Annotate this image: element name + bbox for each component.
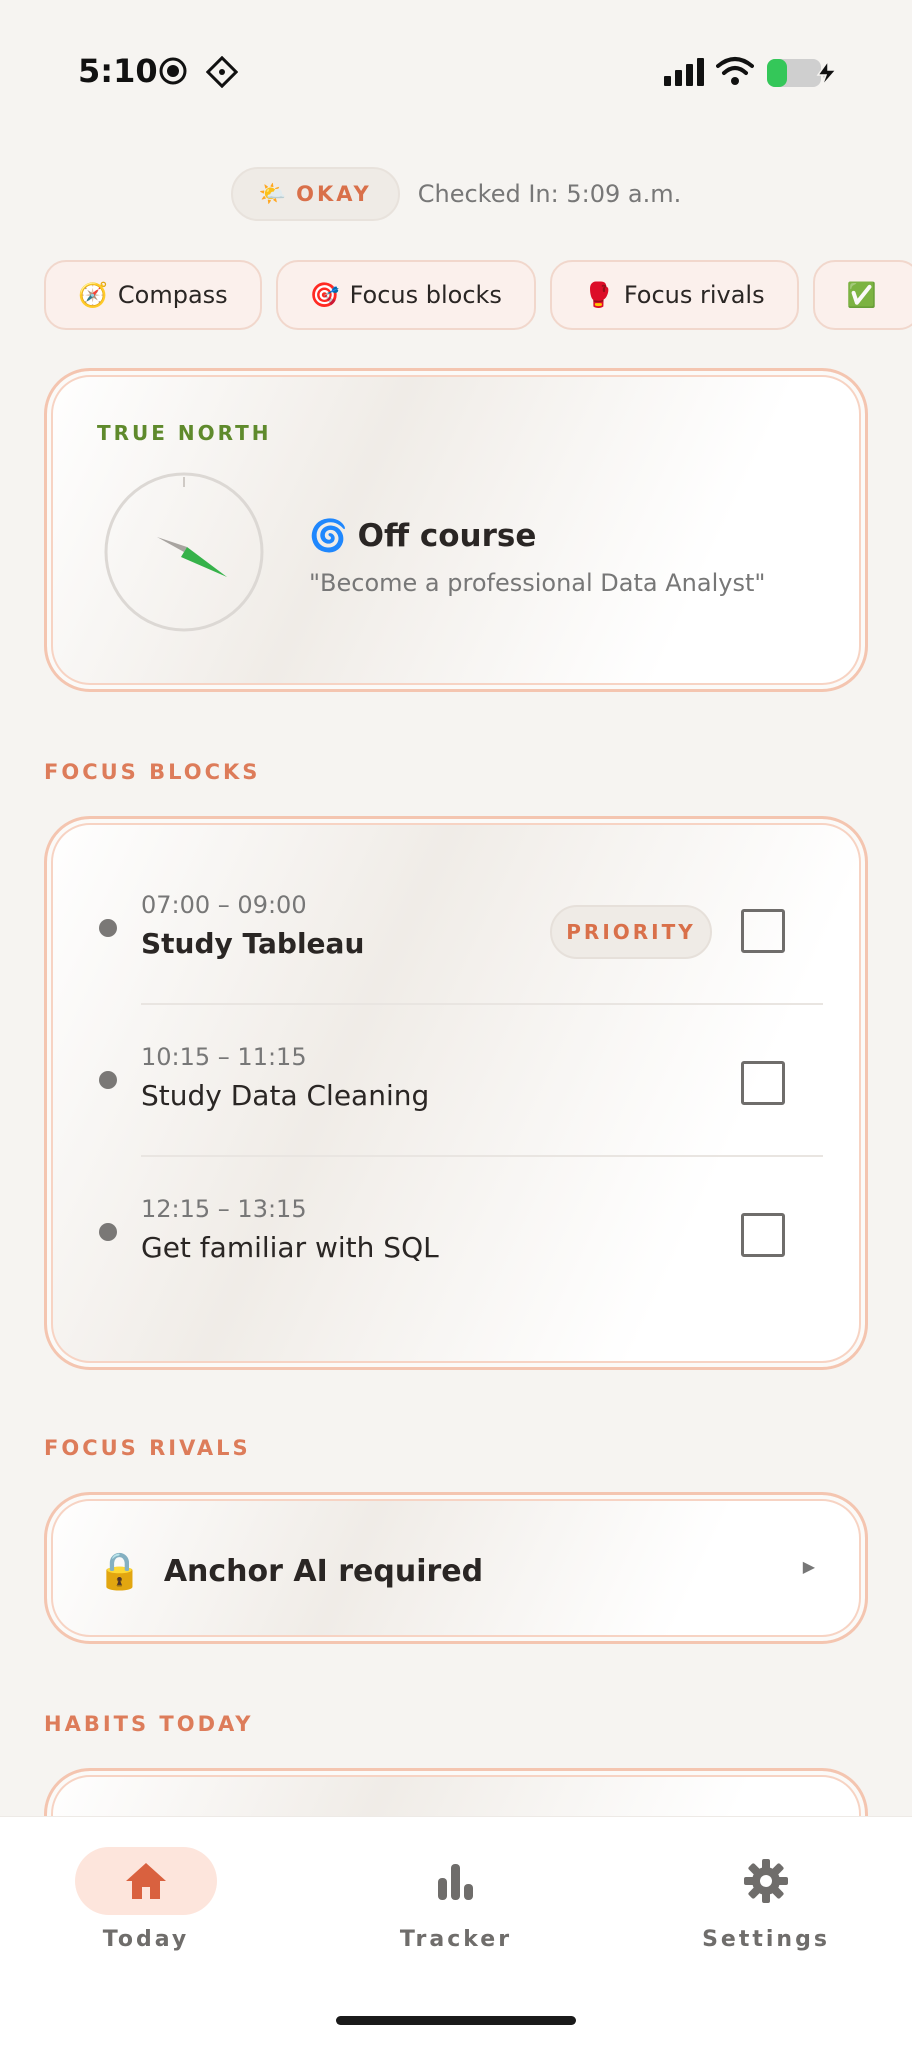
chip-label: Compass <box>117 281 228 309</box>
home-indicator[interactable] <box>336 2016 576 2025</box>
chip-focus-rivals[interactable]: 🥊 Focus rivals <box>549 260 799 330</box>
bullet-dot <box>99 919 117 937</box>
tab-tracker[interactable]: Tracker <box>366 1847 546 1977</box>
compass-emoji-icon: 🧭 <box>78 281 108 309</box>
focus-rivals-card[interactable]: 🔒 Anchor AI required ▶ <box>44 1492 868 1644</box>
mood-label: OKAY <box>296 182 372 206</box>
tab-today-highlight <box>75 1847 217 1915</box>
chip-label: Focus blocks <box>349 281 502 309</box>
anchor-ai-required-text: Anchor AI required <box>163 1553 484 1589</box>
focus-block-checkbox[interactable] <box>741 909 785 953</box>
chip-label: Focus rivals <box>623 281 765 309</box>
check-mark-emoji-icon: ✅ <box>846 281 877 309</box>
tab-today[interactable]: Today <box>56 1847 236 1977</box>
bullet-dot <box>99 1071 117 1089</box>
bullet-dot <box>99 1223 117 1241</box>
tab-settings-icon-wrap <box>695 1847 837 1915</box>
gear-icon <box>744 1859 788 1903</box>
battery-charging-icon <box>767 58 838 87</box>
focus-block-row[interactable]: 10:15 – 11:15 Study Data Cleaning <box>47 1007 871 1157</box>
focus-blocks-heading: FOCUS BLOCKS <box>44 760 261 784</box>
section-chips: 🧭 Compass 🎯 Focus blocks 🥊 Focus rivals … <box>44 260 912 334</box>
checkin-row: 🌤️ OKAY Checked In: 5:09 a.m. <box>0 166 912 222</box>
focus-block-time: 10:15 – 11:15 <box>141 1043 307 1071</box>
true-north-goal: "Become a professional Data Analyst" <box>309 569 766 597</box>
signal-icon <box>664 58 704 86</box>
tab-settings[interactable]: Settings <box>676 1847 856 1977</box>
tab-label: Tracker <box>399 1927 513 1952</box>
focus-block-title: Study Data Cleaning <box>141 1079 430 1112</box>
divider <box>141 1155 823 1157</box>
anchor-ai-row[interactable]: 🔒 Anchor AI required <box>47 1495 871 1647</box>
boxing-glove-emoji-icon: 🥊 <box>583 281 614 309</box>
wifi-icon <box>716 57 754 85</box>
focus-block-row[interactable]: 12:15 – 13:15 Get familiar with SQL <box>47 1159 871 1309</box>
chip-habits[interactable]: ✅ <box>812 260 912 330</box>
focus-block-title: Get familiar with SQL <box>141 1231 439 1264</box>
compass-dial-icon <box>104 472 264 632</box>
focus-rivals-heading: FOCUS RIVALS <box>44 1436 251 1460</box>
status-time: 5:10 <box>78 52 158 90</box>
focus-block-checkbox[interactable] <box>741 1213 785 1257</box>
focus-block-row[interactable]: 07:00 – 09:00 Study Tableau PRIORITY <box>47 855 871 1005</box>
checked-in-text: Checked In: 5:09 a.m. <box>417 180 682 208</box>
focus-block-time: 07:00 – 09:00 <box>141 891 307 919</box>
record-icon <box>159 57 187 85</box>
true-north-card[interactable]: TRUE NORTH 🌀 Off course "Become a profes… <box>44 368 868 692</box>
lock-emoji-icon: 🔒 <box>97 1551 142 1592</box>
tab-label: Settings <box>702 1927 830 1952</box>
priority-badge: PRIORITY <box>550 905 712 959</box>
bar-chart-icon <box>438 1864 473 1900</box>
mood-pill[interactable]: 🌤️ OKAY <box>230 167 400 221</box>
caret-right-icon: ▶ <box>802 1557 815 1576</box>
focus-block-checkbox[interactable] <box>741 1061 785 1105</box>
chip-compass[interactable]: 🧭 Compass <box>44 260 262 330</box>
true-north-label: TRUE NORTH <box>97 421 272 445</box>
mood-emoji: 🌤️ <box>258 181 287 207</box>
tab-label: Today <box>102 1927 190 1952</box>
connectivity-icon <box>206 56 238 88</box>
true-north-status-text: Off course <box>357 517 537 554</box>
spiral-emoji-icon: 🌀 <box>309 518 348 554</box>
home-icon <box>126 1863 166 1899</box>
tab-bar: Today Tracker Settings <box>0 1816 912 2048</box>
divider <box>141 1003 823 1005</box>
tab-tracker-icon-wrap <box>385 1847 527 1915</box>
status-bar: 5:10 <box>0 0 912 150</box>
habits-heading: HABITS TODAY <box>44 1712 254 1736</box>
chip-focus-blocks[interactable]: 🎯 Focus blocks <box>275 260 536 330</box>
target-emoji-icon: 🎯 <box>309 281 340 309</box>
focus-block-title: Study Tableau <box>141 927 365 960</box>
true-north-status: 🌀 Off course <box>309 517 537 555</box>
focus-blocks-card: 07:00 – 09:00 Study Tableau PRIORITY 10:… <box>44 816 868 1370</box>
focus-block-time: 12:15 – 13:15 <box>141 1195 307 1223</box>
